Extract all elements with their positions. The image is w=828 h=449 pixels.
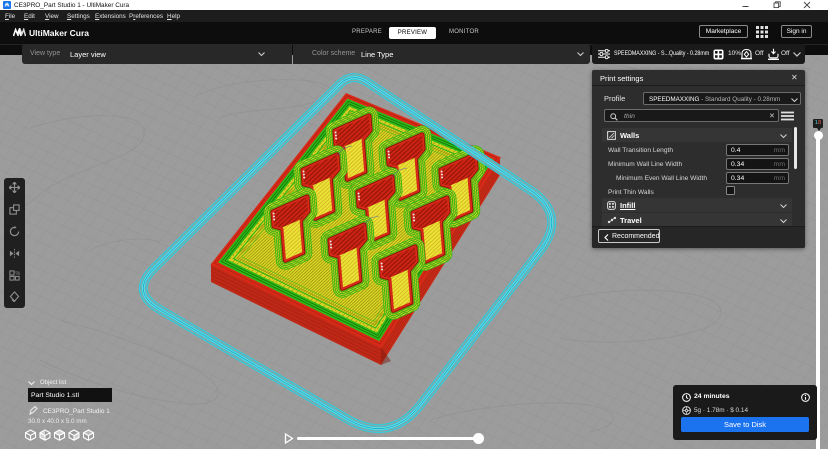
- svg-text:%: %: [15, 271, 20, 277]
